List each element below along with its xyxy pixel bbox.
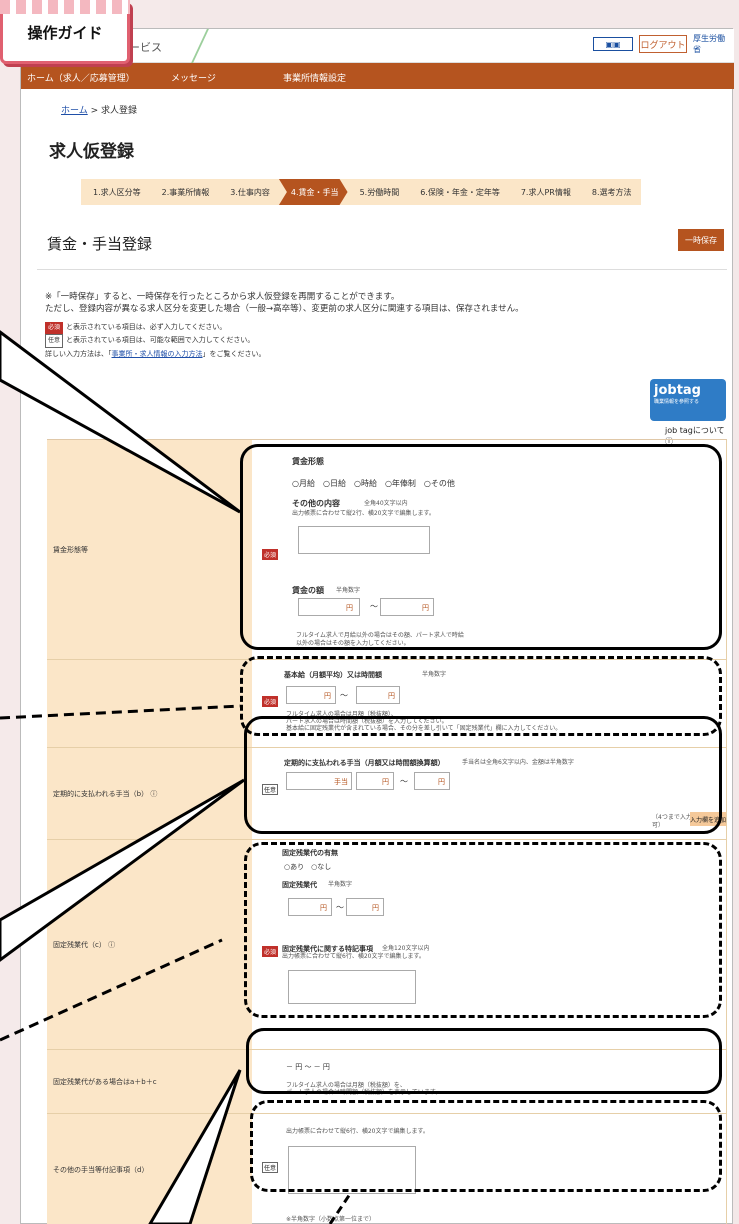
notice-line-2: ただし、登録内容が異なる求人区分を変更した場合（一般→高卒等）、変更前の求人区分…: [45, 304, 524, 314]
callout-box-wage-type: [240, 444, 722, 650]
manual-badge: 操作ガイド: [0, 0, 130, 64]
breadcrumb: ホーム > 求人登録: [61, 103, 137, 116]
label-allowance: 定期的に支払われる手当（b） ⓘ: [47, 748, 252, 840]
nav-item-office-settings[interactable]: 事業所情報設定: [283, 71, 346, 84]
jobtag-name: jobtag: [654, 383, 701, 398]
detail-pre: 詳しい入力方法は、「: [45, 350, 112, 358]
callout-box-other: [250, 1100, 722, 1192]
label-wage-type: 賃金形態等: [47, 440, 252, 660]
jobtag-help-text: job tagについて: [665, 426, 725, 435]
section-title: 賃金・手当登録: [47, 235, 153, 253]
jobtag-banner[interactable]: jobtag 職業情報を参照する: [650, 379, 726, 421]
manual-badge-text: 操作ガイド: [27, 23, 103, 42]
main-nav: ホーム（求人／応募管理） メッセージ 事業所情報設定: [21, 63, 734, 89]
optional-legend-text: と表示されている項目は、可能な範囲で入力してください。: [66, 336, 255, 344]
page-title: 求人仮登録: [49, 142, 134, 162]
help-icon[interactable]: ⓘ: [150, 789, 157, 799]
legend: 必須 と表示されている項目は、必ず入力してください。 任意 と表示されている項目は、…: [45, 321, 266, 360]
callout-box-overtime: [244, 842, 722, 1018]
step-6[interactable]: 6.保険・年金・定年等: [408, 179, 509, 205]
label-overtime-text: 固定残業代（c）: [53, 940, 106, 949]
nav-item-messages[interactable]: メッセージ: [171, 71, 216, 84]
other-footer: ※半角数字（小数点第一位まで）: [286, 1216, 376, 1223]
notice-line-1: ※「一時保存」すると、一時保存を行ったところから求人仮登録を再開することができま…: [45, 292, 400, 302]
step-progress: 1.求人区分等 2.事業所情報 3.仕事内容 4.賃金・手当 5.労働時間 6.…: [81, 179, 641, 205]
callout-box-allowance: [244, 716, 722, 834]
input-guide-link[interactable]: 事業所・求人情報の入力方法: [112, 350, 203, 358]
temp-save-button[interactable]: 一時保存: [678, 229, 724, 251]
optional-badge: 任意: [45, 334, 64, 348]
detail-post: 」をご覧ください。: [202, 350, 266, 358]
ministry-logo: 厚生労働省: [693, 34, 725, 54]
step-7[interactable]: 7.求人PR情報: [509, 179, 580, 205]
label-overtime: 固定残業代（c） ⓘ: [47, 840, 252, 1050]
nav-item-home[interactable]: ホーム（求人／応募管理）: [27, 71, 135, 84]
save-notice: ※「一時保存」すると、一時保存を行ったところから求人仮登録を再開することができま…: [45, 291, 524, 315]
breadcrumb-current: > 求人登録: [87, 106, 137, 116]
label-base-pay: [47, 660, 252, 748]
label-total: 固定残業代がある場合はa＋b＋c: [47, 1050, 252, 1114]
logout-button[interactable]: ログアウト: [639, 35, 687, 53]
label-allowance-text: 定期的に支払われる手当（b）: [53, 789, 149, 798]
help-icon[interactable]: ⓘ: [108, 940, 115, 950]
header-decoration: [153, 29, 209, 63]
step-1[interactable]: 1.求人区分等: [81, 179, 150, 205]
partner-logo: ▣▣: [593, 37, 633, 51]
divider: [37, 269, 727, 270]
callout-box-total: [246, 1028, 722, 1094]
step-3[interactable]: 3.仕事内容: [218, 179, 279, 205]
step-8[interactable]: 8.選考方法: [580, 179, 641, 205]
label-other: その他の手当等付記事項（d）: [47, 1114, 252, 1224]
step-5[interactable]: 5.労働時間: [348, 179, 409, 205]
required-badge: 必須: [45, 322, 64, 334]
required-legend-text: と表示されている項目は、必ず入力してください。: [66, 323, 227, 331]
breadcrumb-home-link[interactable]: ホーム: [61, 106, 88, 116]
step-4-current[interactable]: 4.賃金・手当: [279, 179, 348, 205]
step-2[interactable]: 2.事業所情報: [150, 179, 219, 205]
jobtag-sub: 職業情報を参照する: [654, 399, 700, 405]
